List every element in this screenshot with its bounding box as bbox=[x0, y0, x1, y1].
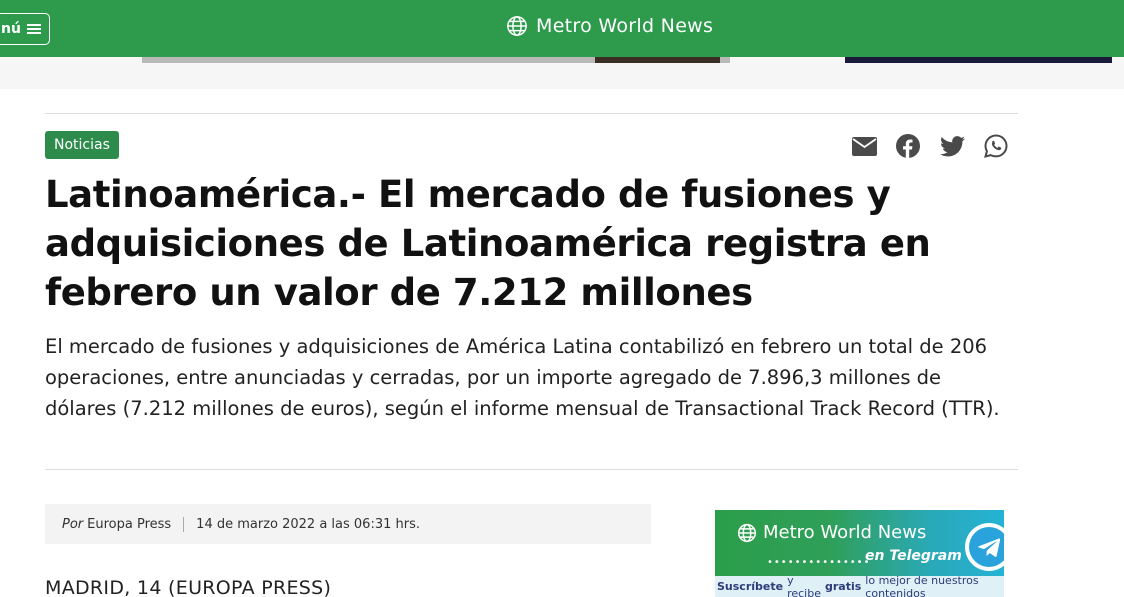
promo-cta-b: y recibe bbox=[787, 573, 821, 597]
globe-icon bbox=[507, 16, 527, 36]
facebook-share-button[interactable] bbox=[895, 134, 921, 158]
promo-brand-name: Metro World News bbox=[763, 522, 927, 543]
twitter-icon bbox=[939, 135, 965, 156]
whatsapp-share-button[interactable] bbox=[983, 134, 1009, 158]
promo-cta-a: Suscríbete bbox=[717, 580, 784, 593]
email-share-button[interactable] bbox=[851, 134, 877, 158]
promo-dots: ••••••••••••••• bbox=[767, 557, 871, 568]
article-headline: Latinoamérica.- El mercado de fusiones y… bbox=[45, 173, 931, 314]
promo-cta-d: lo mejor de nuestros contenidos bbox=[865, 573, 979, 597]
promo-channel: en Telegram bbox=[865, 548, 962, 564]
globe-icon bbox=[737, 523, 757, 542]
whatsapp-icon bbox=[984, 134, 1008, 158]
brand-name: Metro World News bbox=[536, 15, 714, 37]
byline-prefix: Por bbox=[62, 516, 84, 532]
twitter-share-button[interactable] bbox=[939, 134, 965, 158]
byline: Por Europa Press 14 de marzo 2022 a las … bbox=[45, 504, 651, 544]
ad-banner-image bbox=[595, 57, 720, 63]
ad-banner-right[interactable] bbox=[845, 57, 1112, 63]
article-dateline: MADRID, 14 (EUROPA PRESS) bbox=[45, 577, 332, 597]
menu-label: nú bbox=[1, 21, 21, 37]
article-lede: El mercado de fusiones y adquisiciones d… bbox=[45, 335, 1000, 420]
telegram-promo-banner[interactable]: Metro World News ••••••••••••••• en Tele… bbox=[715, 510, 1004, 597]
facebook-icon bbox=[896, 134, 920, 158]
divider bbox=[45, 113, 1018, 114]
hamburger-icon bbox=[26, 22, 41, 36]
site-logo[interactable]: Metro World News bbox=[506, 15, 713, 37]
byline-separator bbox=[183, 516, 185, 532]
top-navbar: nú Metro World News bbox=[0, 0, 1124, 57]
promo-cta-c: gratis bbox=[824, 580, 862, 593]
menu-button[interactable]: nú bbox=[0, 13, 50, 45]
promo-cta: Suscríbete y recibe gratis lo mejor de n… bbox=[715, 573, 1004, 597]
category-badge[interactable]: Noticias bbox=[45, 131, 119, 159]
divider bbox=[45, 469, 1018, 470]
publish-date: 14 de marzo 2022 a las 06:31 hrs. bbox=[196, 516, 420, 532]
promo-brand: Metro World News bbox=[737, 522, 926, 543]
author-name[interactable]: Europa Press bbox=[87, 517, 171, 532]
email-icon bbox=[851, 136, 877, 156]
